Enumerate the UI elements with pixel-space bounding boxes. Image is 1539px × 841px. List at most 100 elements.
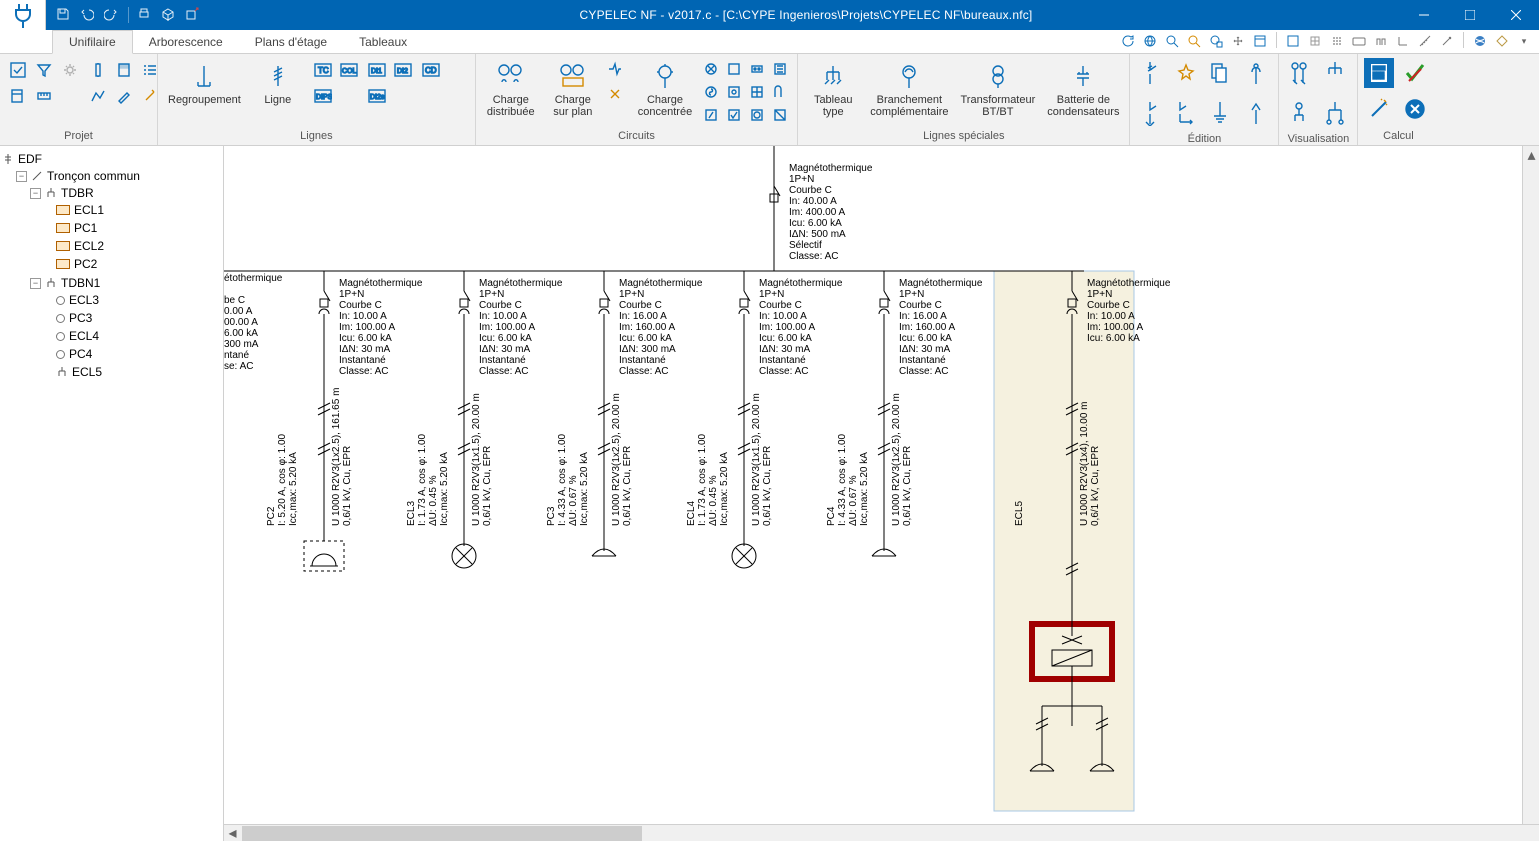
ligne-di2-icon[interactable]: DI2 xyxy=(391,58,415,82)
calc-check-icon[interactable] xyxy=(1400,58,1430,88)
settings-icon[interactable] xyxy=(1438,32,1456,50)
projet-gear-icon[interactable] xyxy=(58,58,82,82)
project-tree[interactable]: EDF −Tronçon commun −TDBR ECL1 PC1 ECL2 … xyxy=(0,146,224,841)
pan-icon[interactable] xyxy=(1229,32,1247,50)
branch[interactable]: Magnétothermique1P+NCourbe CIn: 10.00 AI… xyxy=(686,271,843,568)
circ-c4-icon[interactable] xyxy=(769,104,791,126)
btn-ligne[interactable]: Ligne xyxy=(249,58,307,108)
circ-b4-icon[interactable] xyxy=(769,81,791,103)
btn-regroupement[interactable]: Regroupement xyxy=(164,58,245,108)
branch[interactable]: Magnétothermique1P+NCourbe CIn: 10.00 AI… xyxy=(266,271,423,571)
edit-switch-icon[interactable] xyxy=(1136,58,1164,88)
circ-c1-icon[interactable] xyxy=(700,104,722,126)
circ-c2-icon[interactable] xyxy=(723,104,745,126)
tree-ecl5[interactable]: ECL5 xyxy=(2,364,221,380)
tree-pc2[interactable]: PC2 xyxy=(2,256,221,272)
vis-branch-icon[interactable] xyxy=(1321,98,1349,128)
ligne-dips-icon[interactable]: DIPS xyxy=(311,84,335,108)
branch[interactable]: Magnétothermique1P+NCourbe CIn: 10.00 AI… xyxy=(406,271,563,568)
projet-filter-icon[interactable] xyxy=(32,58,56,82)
export-icon[interactable] xyxy=(185,7,201,23)
schematic-canvas[interactable]: Magnétothermique 1P+N Courbe C In: 40.00… xyxy=(224,146,1539,841)
tab-plans[interactable]: Plans d'étage xyxy=(239,31,343,53)
projet-pen-icon[interactable] xyxy=(112,84,136,108)
help-globe-icon[interactable] xyxy=(1471,32,1489,50)
circ-a4-icon[interactable] xyxy=(769,58,791,80)
tab-unifilaire[interactable]: Unifilaire xyxy=(52,30,133,54)
tree-troncon[interactable]: −Tronçon commun xyxy=(2,168,221,184)
circ-b1-icon[interactable] xyxy=(700,81,722,103)
print-full-icon[interactable] xyxy=(1251,32,1269,50)
circ-sym2-icon[interactable] xyxy=(606,85,628,107)
snap-icon[interactable] xyxy=(1372,32,1390,50)
tree-pc4[interactable]: PC4 xyxy=(2,346,221,362)
tab-arborescence[interactable]: Arborescence xyxy=(133,31,239,53)
branch[interactable]: Magnétothermique1P+NCourbe CIn: 16.00 AI… xyxy=(826,271,983,556)
tree-edf[interactable]: EDF xyxy=(2,151,221,167)
circ-b3-icon[interactable] xyxy=(746,81,768,103)
tree-ecl2[interactable]: ECL2 xyxy=(2,238,221,254)
edit-wind2-icon[interactable] xyxy=(1242,98,1270,128)
branch[interactable]: Magnétothermique1P+NCourbe CIn: 16.00 AI… xyxy=(546,271,703,556)
tree-ecl4[interactable]: ECL4 xyxy=(2,328,221,344)
ligne-cd-icon[interactable]: CD xyxy=(419,58,443,82)
projet-calc-icon[interactable] xyxy=(112,58,136,82)
undo-icon[interactable] xyxy=(80,7,96,23)
edit-star-icon[interactable] xyxy=(1172,58,1200,88)
window-icon[interactable] xyxy=(1284,32,1302,50)
tree-pc1[interactable]: PC1 xyxy=(2,220,221,236)
vis-measure-icon[interactable] xyxy=(1285,58,1313,88)
projet-poly-icon[interactable] xyxy=(86,84,110,108)
app-plug-icon[interactable] xyxy=(0,0,46,30)
horizontal-scrollbar[interactable]: ◂ xyxy=(224,824,1539,841)
ligne-di1-icon[interactable]: DI1 xyxy=(365,58,389,82)
projet-ruler-icon[interactable] xyxy=(32,84,56,108)
circ-sym1-icon[interactable] xyxy=(606,60,628,82)
globe-icon[interactable] xyxy=(1141,32,1159,50)
btn-tableau-type[interactable]: Tableau type xyxy=(804,58,862,120)
tree-ecl1[interactable]: ECL1 xyxy=(2,202,221,218)
redo-icon[interactable] xyxy=(104,7,120,23)
calc-cancel-icon[interactable] xyxy=(1400,94,1430,124)
ortho-icon[interactable] xyxy=(1394,32,1412,50)
keyboard-icon[interactable] xyxy=(1350,32,1368,50)
circ-b2-icon[interactable] xyxy=(723,81,745,103)
zoom-window-icon[interactable] xyxy=(1207,32,1225,50)
maximize-button[interactable] xyxy=(1447,0,1493,30)
tree-pc3[interactable]: PC3 xyxy=(2,310,221,326)
grid-toggle-icon[interactable] xyxy=(1306,32,1324,50)
tree-tdbn1[interactable]: −TDBN1 xyxy=(2,275,221,291)
edit-down-icon[interactable] xyxy=(1136,98,1164,128)
measure-icon[interactable] xyxy=(1416,32,1434,50)
edit-wind-icon[interactable] xyxy=(1242,58,1270,88)
edit-right-icon[interactable] xyxy=(1172,98,1200,128)
save-icon[interactable] xyxy=(56,7,72,23)
zoom-icon[interactable] xyxy=(1163,32,1181,50)
cube-icon[interactable] xyxy=(161,7,177,23)
btn-charge-concentree[interactable]: Charge concentrée xyxy=(634,58,696,120)
btn-branchement[interactable]: Branchement complémentaire xyxy=(866,58,952,120)
circ-c3-icon[interactable] xyxy=(746,104,768,126)
tree-ecl3[interactable]: ECL3 xyxy=(2,292,221,308)
minimize-button[interactable] xyxy=(1401,0,1447,30)
grid-dots-icon[interactable] xyxy=(1328,32,1346,50)
projet-panel-icon[interactable] xyxy=(6,84,30,108)
zoom-fit-icon[interactable] xyxy=(1185,32,1203,50)
btn-batterie[interactable]: Batterie de condensateurs xyxy=(1043,58,1123,120)
ligne-col-icon[interactable]: COL xyxy=(337,58,361,82)
refresh-icon[interactable] xyxy=(1119,32,1137,50)
vis-node-icon[interactable] xyxy=(1285,98,1313,128)
circ-a2-icon[interactable] xyxy=(723,58,745,80)
projet-fuse-icon[interactable] xyxy=(86,58,110,82)
btn-transformateur[interactable]: Transformateur BT/BT xyxy=(956,58,1039,120)
tab-tableaux[interactable]: Tableaux xyxy=(343,31,423,53)
ligne-di2s-icon[interactable]: DI2s xyxy=(365,84,389,108)
btn-charge-distribuee[interactable]: Charge distribuée xyxy=(482,58,540,120)
help-diamond-icon[interactable] xyxy=(1493,32,1511,50)
calc-calculator-icon[interactable] xyxy=(1364,58,1394,88)
vertical-scrollbar[interactable]: ▴ xyxy=(1522,146,1539,824)
circ-a3-icon[interactable] xyxy=(746,58,768,80)
vis-tree-icon[interactable] xyxy=(1321,58,1349,88)
print-icon[interactable] xyxy=(137,7,153,23)
edit-copy-icon[interactable] xyxy=(1206,58,1234,88)
